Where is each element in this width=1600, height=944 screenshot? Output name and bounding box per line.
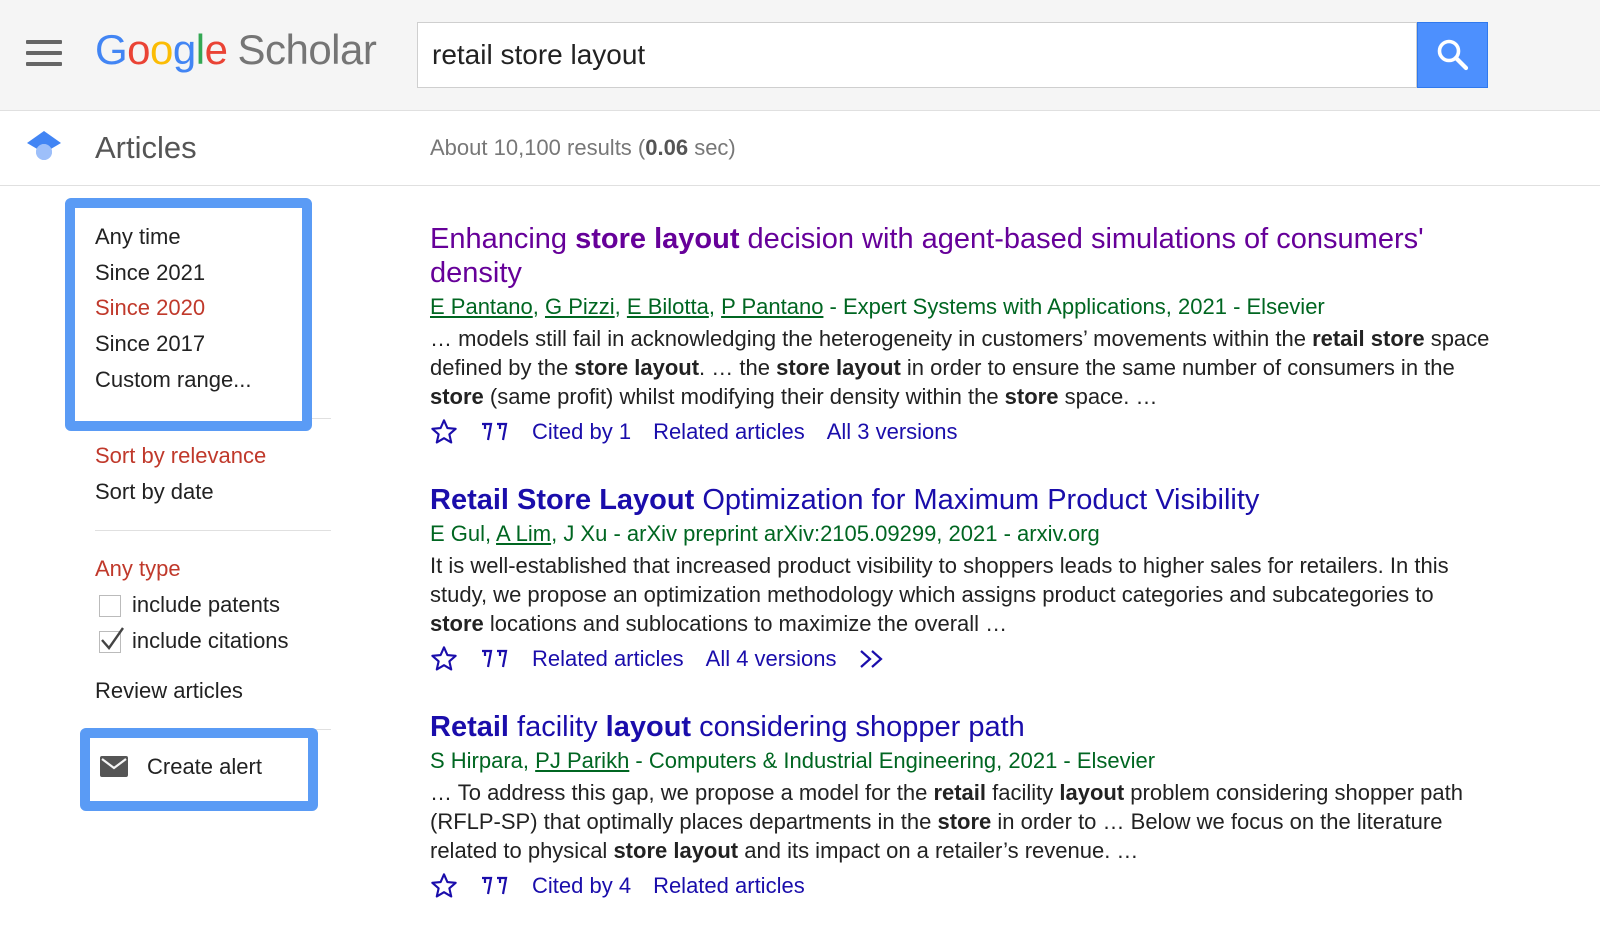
result-item: Retail facility layout considering shopp…: [430, 710, 1490, 901]
result-meta: E Pantano, G Pizzi, E Bilotta, P Pantano…: [430, 294, 1325, 319]
result-item: Retail Store Layout Optimization for Max…: [430, 483, 1490, 674]
all-versions-link[interactable]: All 3 versions: [827, 419, 958, 445]
filter-since-2020[interactable]: Since 2020: [95, 295, 205, 321]
save-star-icon[interactable]: [430, 418, 458, 446]
sort-by-date[interactable]: Sort by date: [95, 479, 214, 505]
create-alert-button[interactable]: Create alert: [147, 754, 262, 780]
cite-quote-icon[interactable]: [480, 647, 510, 671]
sort-by-relevance[interactable]: Sort by relevance: [95, 443, 266, 469]
author-link[interactable]: G Pizzi: [545, 294, 615, 319]
include-citations-checkbox[interactable]: [99, 627, 124, 653]
search-input[interactable]: [417, 22, 1417, 88]
magnifier-icon: [1437, 39, 1468, 71]
result-title-link[interactable]: Enhancing store layout decision with age…: [430, 222, 1490, 290]
result-actions: Cited by 1 Related articles All 3 versio…: [430, 417, 1490, 447]
include-patents-label[interactable]: include patents: [132, 592, 280, 618]
include-citations-label[interactable]: include citations: [132, 628, 289, 654]
author-link[interactable]: PJ Parikh: [535, 748, 629, 773]
result-meta: S Hirpara, PJ Parikh - Computers & Indus…: [430, 748, 1156, 773]
result-actions: Cited by 4 Related articles: [430, 871, 1490, 901]
result-snippet: … To address this gap, we propose a mode…: [430, 780, 1463, 863]
filter-any-time[interactable]: Any time: [95, 224, 181, 250]
result-title-link[interactable]: Retail Store Layout Optimization for Max…: [430, 483, 1490, 517]
result-snippet: It is well-established that increased pr…: [430, 553, 1449, 636]
review-articles-link[interactable]: Review articles: [95, 678, 243, 704]
more-chevrons-icon[interactable]: [858, 648, 888, 670]
author-link[interactable]: E Pantano: [430, 294, 533, 319]
result-snippet: … models still fail in acknowledging the…: [430, 326, 1490, 409]
result-meta: E Gul, A Lim, J Xu - arXiv preprint arXi…: [430, 521, 1100, 546]
section-title: Articles: [95, 130, 197, 165]
search-button[interactable]: [1417, 22, 1488, 88]
envelope-icon: [100, 756, 128, 777]
filter-since-2021[interactable]: Since 2021: [95, 260, 205, 286]
filter-custom-range[interactable]: Custom range...: [95, 367, 252, 393]
filter-since-2017[interactable]: Since 2017: [95, 331, 205, 357]
result-actions: Related articles All 4 versions: [430, 644, 1490, 674]
google-scholar-logo[interactable]: Google Scholar: [95, 26, 377, 74]
cite-quote-icon[interactable]: [480, 874, 510, 898]
related-articles-link[interactable]: Related articles: [532, 646, 684, 672]
divider: [95, 530, 331, 531]
filter-any-type[interactable]: Any type: [95, 556, 181, 582]
graduation-cap-icon: [27, 131, 61, 160]
result-title-link[interactable]: Retail facility layout considering shopp…: [430, 710, 1490, 744]
related-articles-link[interactable]: Related articles: [653, 419, 805, 445]
checkmark-icon: [101, 627, 124, 650]
save-star-icon[interactable]: [430, 872, 458, 900]
save-star-icon[interactable]: [430, 645, 458, 673]
filter-sidebar: Any time Since 2021 Since 2020 Since 201…: [0, 186, 380, 944]
include-patents-checkbox[interactable]: [99, 595, 121, 617]
section-bar: Articles About 10,100 results (0.06 sec): [0, 111, 1600, 186]
cite-quote-icon[interactable]: [480, 420, 510, 444]
author-link[interactable]: P Pantano: [721, 294, 823, 319]
author-link[interactable]: A Lim: [496, 521, 551, 546]
divider: [312, 418, 331, 419]
author-link[interactable]: E Bilotta: [627, 294, 709, 319]
cited-by-link[interactable]: Cited by 1: [532, 419, 631, 445]
hamburger-menu-icon[interactable]: [26, 40, 62, 66]
all-versions-link[interactable]: All 4 versions: [706, 646, 837, 672]
results-count: About 10,100 results (0.06 sec): [430, 135, 736, 160]
result-item: Enhancing store layout decision with age…: [430, 222, 1490, 447]
top-bar: Google Scholar: [0, 0, 1600, 111]
cited-by-link[interactable]: Cited by 4: [532, 873, 631, 899]
related-articles-link[interactable]: Related articles: [653, 873, 805, 899]
